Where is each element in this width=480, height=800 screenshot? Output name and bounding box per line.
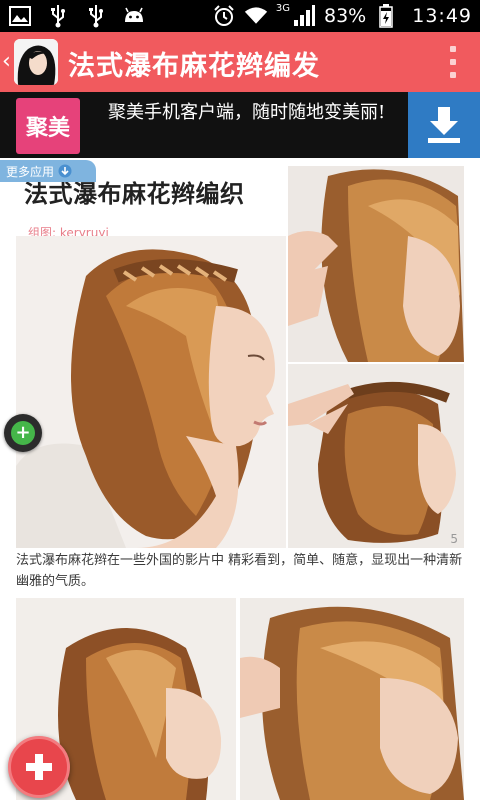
usb-icon: [46, 4, 70, 28]
app-bar: ‹ 法式瀑布麻花辫编发: [0, 32, 480, 92]
more-apps-label: 更多应用: [6, 164, 55, 179]
usb-icon: [84, 4, 108, 28]
floating-plus-button[interactable]: +: [4, 414, 42, 452]
add-fab[interactable]: [8, 736, 70, 798]
download-button[interactable]: [408, 92, 480, 158]
status-bar: 3G 83% 13:49: [0, 0, 480, 32]
main-photo: [16, 236, 286, 548]
page-number: 5: [450, 532, 458, 546]
download-icon: [428, 107, 460, 143]
hairstyle-image-1[interactable]: 法式瀑布麻花辫编织 组图: keryruyi 5: [16, 164, 464, 548]
hairstyle-image-2[interactable]: [16, 598, 464, 800]
battery-percent: 83%: [324, 5, 367, 27]
system-icons: 3G 83% 13:49: [212, 2, 472, 30]
plus-icon: [26, 754, 52, 780]
image-icon: [8, 4, 32, 28]
arrow-down-icon: [58, 164, 72, 178]
page-title: 法式瀑布麻花辫编发: [68, 51, 320, 82]
battery-icon: [374, 4, 398, 28]
clock: 13:49: [412, 5, 472, 27]
notification-icons: [8, 4, 146, 28]
step-photo-4: [240, 598, 464, 800]
step-photo-2: 5: [288, 364, 464, 548]
article-content[interactable]: 法式瀑布麻花辫编织 组图: keryruyi 5 法式瀑布麻花辫在一些外国的影片…: [0, 158, 480, 800]
overflow-menu-icon[interactable]: [448, 46, 458, 78]
network-type: 3G: [275, 2, 290, 14]
ad-text[interactable]: 聚美手机客户端，随时随地变美丽!: [108, 100, 398, 125]
step-photo-1: [288, 166, 464, 362]
ad-logo[interactable]: 聚美: [16, 98, 80, 154]
alarm-icon: [212, 4, 236, 28]
plus-icon: +: [11, 421, 35, 445]
article-caption: 法式瀑布麻花辫在一些外国的影片中 精彩看到，简单、随意，显现出一种清新幽雅的气质…: [16, 553, 463, 589]
android-icon: [122, 4, 146, 28]
more-apps-tab[interactable]: 更多应用: [0, 160, 96, 182]
app-icon[interactable]: [14, 39, 58, 85]
signal-icon: [292, 4, 316, 28]
ad-banner[interactable]: 聚美 聚美手机客户端，随时随地变美丽!: [0, 92, 480, 158]
wifi-icon: [244, 4, 268, 28]
